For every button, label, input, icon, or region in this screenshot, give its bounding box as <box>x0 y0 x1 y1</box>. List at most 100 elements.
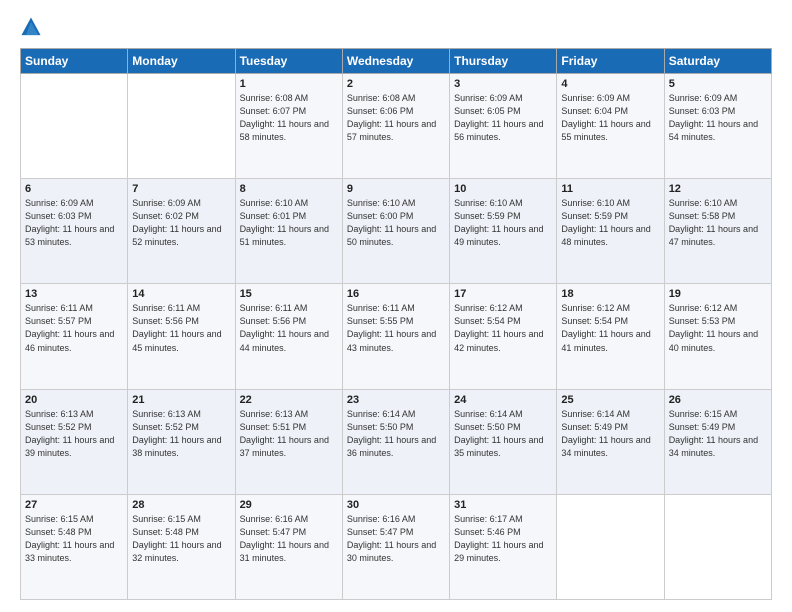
day-cell: 12 Sunrise: 6:10 AMSunset: 5:58 PMDayligh… <box>664 179 771 284</box>
day-number: 26 <box>669 394 767 406</box>
day-header-thursday: Thursday <box>450 49 557 74</box>
day-number: 20 <box>25 394 123 406</box>
day-number: 4 <box>561 78 659 90</box>
day-cell <box>664 494 771 599</box>
week-row-1: 1 Sunrise: 6:08 AMSunset: 6:07 PMDaylight… <box>21 74 772 179</box>
day-number: 1 <box>240 78 338 90</box>
day-cell <box>21 74 128 179</box>
header <box>20 16 772 38</box>
day-info: Sunrise: 6:10 AMSunset: 6:00 PMDaylight:… <box>347 197 445 249</box>
calendar: SundayMondayTuesdayWednesdayThursdayFrid… <box>20 48 772 600</box>
day-cell: 27 Sunrise: 6:15 AMSunset: 5:48 PMDayligh… <box>21 494 128 599</box>
day-number: 29 <box>240 499 338 511</box>
day-info: Sunrise: 6:13 AMSunset: 5:51 PMDaylight:… <box>240 408 338 460</box>
day-info: Sunrise: 6:10 AMSunset: 6:01 PMDaylight:… <box>240 197 338 249</box>
day-number: 15 <box>240 288 338 300</box>
day-header-saturday: Saturday <box>664 49 771 74</box>
day-cell: 18 Sunrise: 6:12 AMSunset: 5:54 PMDayligh… <box>557 284 664 389</box>
day-info: Sunrise: 6:09 AMSunset: 6:05 PMDaylight:… <box>454 92 552 144</box>
page: SundayMondayTuesdayWednesdayThursdayFrid… <box>0 0 792 612</box>
week-row-4: 20 Sunrise: 6:13 AMSunset: 5:52 PMDayligh… <box>21 389 772 494</box>
day-info: Sunrise: 6:13 AMSunset: 5:52 PMDaylight:… <box>25 408 123 460</box>
day-info: Sunrise: 6:11 AMSunset: 5:57 PMDaylight:… <box>25 302 123 354</box>
day-info: Sunrise: 6:10 AMSunset: 5:59 PMDaylight:… <box>561 197 659 249</box>
day-info: Sunrise: 6:13 AMSunset: 5:52 PMDaylight:… <box>132 408 230 460</box>
day-cell: 11 Sunrise: 6:10 AMSunset: 5:59 PMDayligh… <box>557 179 664 284</box>
day-number: 18 <box>561 288 659 300</box>
day-number: 13 <box>25 288 123 300</box>
day-number: 2 <box>347 78 445 90</box>
day-number: 30 <box>347 499 445 511</box>
day-info: Sunrise: 6:14 AMSunset: 5:50 PMDaylight:… <box>347 408 445 460</box>
day-cell: 24 Sunrise: 6:14 AMSunset: 5:50 PMDayligh… <box>450 389 557 494</box>
week-row-5: 27 Sunrise: 6:15 AMSunset: 5:48 PMDayligh… <box>21 494 772 599</box>
logo-icon <box>20 16 42 38</box>
day-number: 14 <box>132 288 230 300</box>
day-cell <box>128 74 235 179</box>
day-header-friday: Friday <box>557 49 664 74</box>
day-cell: 21 Sunrise: 6:13 AMSunset: 5:52 PMDayligh… <box>128 389 235 494</box>
day-cell: 15Sunrise: 6:11 AMSunset: 5:56 PMDayligh… <box>235 284 342 389</box>
day-number: 8 <box>240 183 338 195</box>
day-cell: 6 Sunrise: 6:09 AMSunset: 6:03 PMDaylight… <box>21 179 128 284</box>
day-cell: 23 Sunrise: 6:14 AMSunset: 5:50 PMDayligh… <box>342 389 449 494</box>
day-cell: 9 Sunrise: 6:10 AMSunset: 6:00 PMDaylight… <box>342 179 449 284</box>
logo <box>20 16 46 38</box>
day-cell <box>557 494 664 599</box>
day-number: 21 <box>132 394 230 406</box>
day-info: Sunrise: 6:15 AMSunset: 5:48 PMDaylight:… <box>25 513 123 565</box>
day-number: 16 <box>347 288 445 300</box>
day-number: 7 <box>132 183 230 195</box>
day-number: 19 <box>669 288 767 300</box>
day-info: Sunrise: 6:08 AMSunset: 6:06 PMDaylight:… <box>347 92 445 144</box>
day-number: 6 <box>25 183 123 195</box>
day-cell: 25Sunrise: 6:14 AMSunset: 5:49 PMDayligh… <box>557 389 664 494</box>
day-info: Sunrise: 6:11 AMSunset: 5:56 PMDaylight:… <box>132 302 230 354</box>
day-info: Sunrise: 6:12 AMSunset: 5:54 PMDaylight:… <box>454 302 552 354</box>
day-info: Sunrise: 6:10 AMSunset: 5:58 PMDaylight:… <box>669 197 767 249</box>
day-header-wednesday: Wednesday <box>342 49 449 74</box>
day-number: 22 <box>240 394 338 406</box>
day-number: 17 <box>454 288 552 300</box>
day-cell: 26 Sunrise: 6:15 AMSunset: 5:49 PMDayligh… <box>664 389 771 494</box>
day-info: Sunrise: 6:16 AMSunset: 5:47 PMDaylight:… <box>240 513 338 565</box>
day-cell: 2 Sunrise: 6:08 AMSunset: 6:06 PMDaylight… <box>342 74 449 179</box>
day-header-sunday: Sunday <box>21 49 128 74</box>
week-row-2: 6 Sunrise: 6:09 AMSunset: 6:03 PMDaylight… <box>21 179 772 284</box>
day-cell: 28Sunrise: 6:15 AMSunset: 5:48 PMDayligh… <box>128 494 235 599</box>
day-info: Sunrise: 6:11 AMSunset: 5:55 PMDaylight:… <box>347 302 445 354</box>
day-cell: 1 Sunrise: 6:08 AMSunset: 6:07 PMDaylight… <box>235 74 342 179</box>
day-info: Sunrise: 6:09 AMSunset: 6:03 PMDaylight:… <box>25 197 123 249</box>
day-cell: 17 Sunrise: 6:12 AMSunset: 5:54 PMDayligh… <box>450 284 557 389</box>
day-info: Sunrise: 6:10 AMSunset: 5:59 PMDaylight:… <box>454 197 552 249</box>
day-info: Sunrise: 6:09 AMSunset: 6:02 PMDaylight:… <box>132 197 230 249</box>
week-row-3: 13 Sunrise: 6:11 AMSunset: 5:57 PMDayligh… <box>21 284 772 389</box>
day-number: 31 <box>454 499 552 511</box>
day-header-tuesday: Tuesday <box>235 49 342 74</box>
day-cell: 20 Sunrise: 6:13 AMSunset: 5:52 PMDayligh… <box>21 389 128 494</box>
day-info: Sunrise: 6:09 AMSunset: 6:04 PMDaylight:… <box>561 92 659 144</box>
day-cell: 16 Sunrise: 6:11 AMSunset: 5:55 PMDayligh… <box>342 284 449 389</box>
day-number: 27 <box>25 499 123 511</box>
day-number: 5 <box>669 78 767 90</box>
day-number: 9 <box>347 183 445 195</box>
day-number: 12 <box>669 183 767 195</box>
day-info: Sunrise: 6:12 AMSunset: 5:54 PMDaylight:… <box>561 302 659 354</box>
day-cell: 31Sunrise: 6:17 AMSunset: 5:46 PMDayligh… <box>450 494 557 599</box>
day-number: 23 <box>347 394 445 406</box>
day-info: Sunrise: 6:08 AMSunset: 6:07 PMDaylight:… <box>240 92 338 144</box>
day-info: Sunrise: 6:12 AMSunset: 5:53 PMDaylight:… <box>669 302 767 354</box>
day-number: 3 <box>454 78 552 90</box>
day-info: Sunrise: 6:15 AMSunset: 5:49 PMDaylight:… <box>669 408 767 460</box>
day-number: 11 <box>561 183 659 195</box>
day-number: 24 <box>454 394 552 406</box>
day-cell: 13 Sunrise: 6:11 AMSunset: 5:57 PMDayligh… <box>21 284 128 389</box>
day-info: Sunrise: 6:09 AMSunset: 6:03 PMDaylight:… <box>669 92 767 144</box>
day-cell: 8 Sunrise: 6:10 AMSunset: 6:01 PMDaylight… <box>235 179 342 284</box>
day-number: 25 <box>561 394 659 406</box>
day-cell: 14 Sunrise: 6:11 AMSunset: 5:56 PMDayligh… <box>128 284 235 389</box>
day-info: Sunrise: 6:14 AMSunset: 5:50 PMDaylight:… <box>454 408 552 460</box>
day-cell: 29 Sunrise: 6:16 AMSunset: 5:47 PMDayligh… <box>235 494 342 599</box>
day-header-monday: Monday <box>128 49 235 74</box>
day-cell: 7 Sunrise: 6:09 AMSunset: 6:02 PMDaylight… <box>128 179 235 284</box>
